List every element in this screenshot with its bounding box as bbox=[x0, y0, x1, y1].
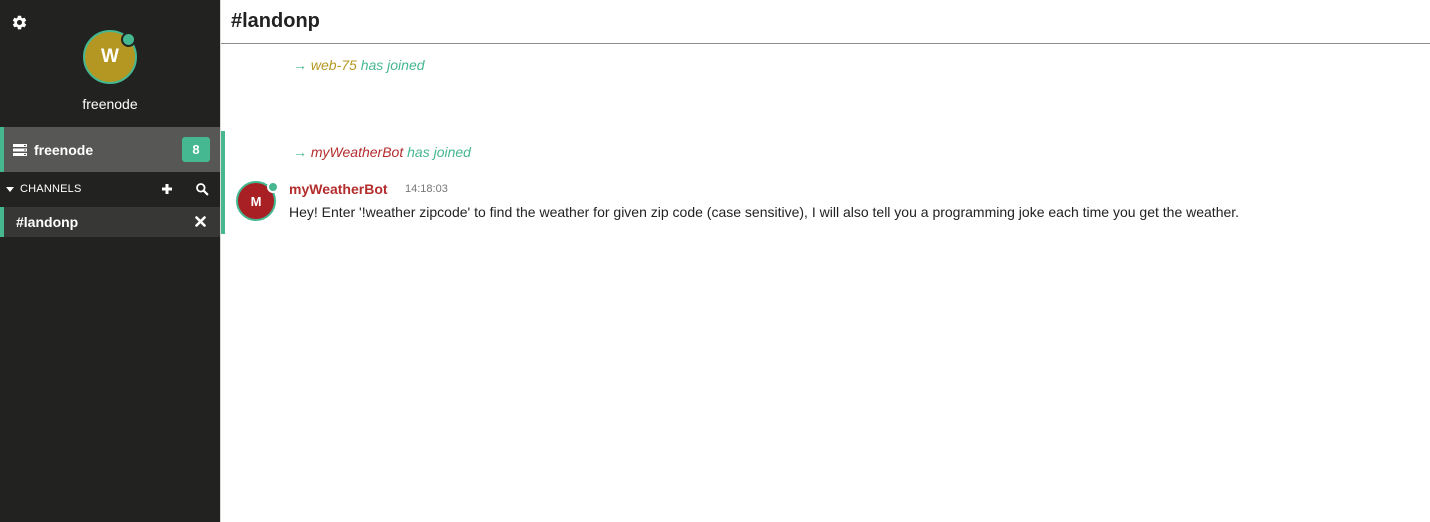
plus-icon[interactable] bbox=[160, 182, 174, 196]
channel-name: #landonp bbox=[16, 214, 79, 230]
unread-count-badge: 8 bbox=[182, 137, 210, 162]
highlight-bar bbox=[221, 131, 225, 234]
server-name: freenode bbox=[34, 141, 94, 158]
channels-label: CHANNELS bbox=[20, 183, 82, 195]
page-title: #landonp bbox=[231, 10, 320, 32]
join-event: → web-75 has joined bbox=[293, 57, 425, 73]
gear-icon[interactable] bbox=[11, 14, 28, 31]
message-avatar-initial: M bbox=[250, 193, 262, 209]
event-text: has joined bbox=[407, 144, 471, 160]
join-event: → myWeatherBot has joined bbox=[293, 144, 471, 160]
channel-item-landonp[interactable]: #landonp bbox=[0, 207, 220, 237]
event-nick[interactable]: myWeatherBot bbox=[311, 144, 403, 160]
arrow-icon: → bbox=[293, 57, 307, 73]
online-status-dot bbox=[121, 32, 136, 47]
user-name: freenode bbox=[82, 96, 138, 112]
server-list-icon bbox=[13, 143, 27, 156]
chat-main: #landonp → web-75 has joined → myWeather… bbox=[220, 0, 1430, 522]
message-text: Hey! Enter '!weather zipcode' to find th… bbox=[289, 204, 1240, 220]
close-icon[interactable] bbox=[195, 216, 206, 227]
server-item-freenode[interactable]: freenode 8 bbox=[0, 127, 220, 172]
event-nick[interactable]: web-75 bbox=[311, 57, 357, 73]
channels-section-header: CHANNELS bbox=[0, 172, 220, 206]
message-timestamp: 14:18:03 bbox=[405, 183, 448, 195]
chat-header: #landonp bbox=[221, 0, 1430, 44]
search-icon[interactable] bbox=[195, 182, 209, 196]
arrow-icon: → bbox=[293, 144, 307, 160]
caret-down-icon[interactable] bbox=[6, 186, 14, 192]
event-text: has joined bbox=[360, 57, 425, 73]
user-avatar-initial: W bbox=[101, 46, 119, 67]
message-author[interactable]: myWeatherBot bbox=[289, 181, 388, 197]
online-status-dot bbox=[267, 181, 279, 193]
sidebar: W freenode freenode 8 CHANNELS #landonp bbox=[0, 0, 220, 522]
